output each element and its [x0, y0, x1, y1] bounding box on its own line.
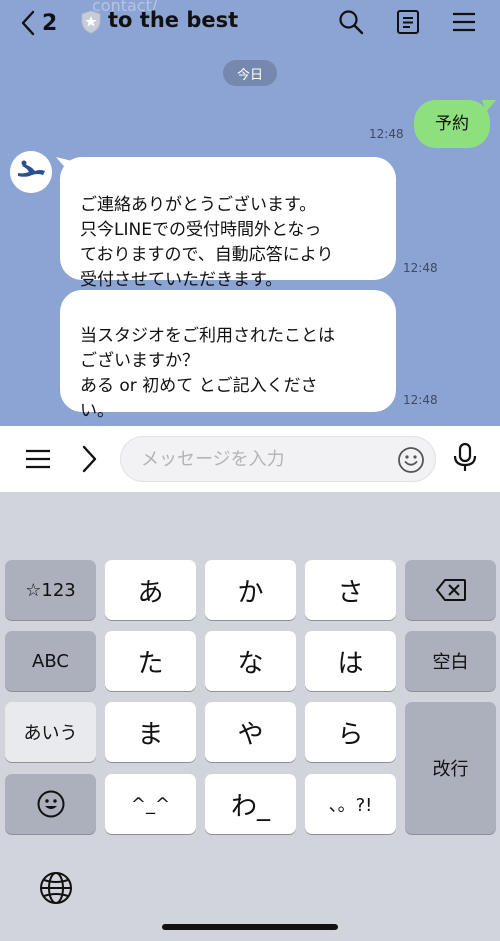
expand-button[interactable]: [74, 444, 104, 474]
kana-key[interactable]: あいう: [5, 702, 96, 762]
abc-key[interactable]: ABC: [5, 631, 96, 691]
message-text: ご連絡ありがとうございます。 只今LINEでの受付時間外となっ ておりますので、…: [80, 195, 334, 290]
note-icon: [397, 10, 419, 34]
software-keyboard: ☆123 あ か さ ABC た な は 空白 あいう ま や ら 改行 ^_^…: [0, 492, 500, 941]
search-icon: [339, 10, 364, 35]
search-button[interactable]: [337, 8, 365, 36]
voice-input-button[interactable]: [450, 442, 480, 472]
message-timestamp: 12:48: [403, 393, 438, 407]
my-bubble-tail: [482, 100, 496, 112]
message-timestamp: 12:48: [369, 127, 404, 141]
message-input-bar: [0, 426, 500, 492]
emoji-icon: [37, 790, 64, 818]
chat-area: contact/ 2 to the best 今日 予約 12:48 ご連絡あり…: [0, 0, 500, 426]
message-timestamp: 12:48: [403, 261, 438, 275]
back-button[interactable]: 2: [20, 8, 60, 38]
chevron-right-icon: [82, 445, 97, 473]
chevron-left-icon: [21, 10, 35, 36]
chat-header: 2 to the best: [0, 0, 500, 44]
avatar[interactable]: [10, 151, 52, 193]
home-indicator: [162, 924, 338, 930]
key-a[interactable]: あ: [105, 560, 196, 620]
key-ha[interactable]: は: [305, 631, 396, 691]
key-wa[interactable]: わ_: [205, 774, 296, 834]
shield-star-icon: [81, 10, 101, 34]
their-message-bubble[interactable]: ご連絡ありがとうございます。 只今LINEでの受付時間外となっ ておりますので、…: [60, 157, 396, 290]
backspace-icon: [435, 579, 466, 601]
message-text: 予約: [435, 113, 469, 134]
numbers-key[interactable]: ☆123: [5, 560, 96, 620]
key-ra[interactable]: ら: [305, 702, 396, 762]
emoji-key[interactable]: [5, 774, 96, 834]
return-key[interactable]: 改行: [405, 702, 496, 834]
message-text: 当スタジオをご利用されたことは ございますか？ ある or 初めて とご記入くだ…: [80, 326, 335, 421]
their-message-bubble[interactable]: 当スタジオをご利用されたことは ございますか？ ある or 初めて とご記入くだ…: [60, 290, 396, 421]
key-ya[interactable]: や: [205, 702, 296, 762]
key-punctuation[interactable]: 、。?!: [305, 774, 396, 834]
smiley-icon[interactable]: [397, 446, 425, 474]
note-button[interactable]: [394, 8, 422, 36]
menu-button[interactable]: [450, 8, 478, 36]
message-input[interactable]: [121, 437, 371, 481]
key-ma[interactable]: ま: [105, 702, 196, 762]
message-field[interactable]: [120, 436, 436, 482]
key-face[interactable]: ^_^: [105, 774, 196, 834]
menu-icon: [453, 12, 475, 32]
date-separator: 今日: [223, 60, 277, 86]
key-na[interactable]: な: [205, 631, 296, 691]
chat-title: to the best: [108, 8, 239, 32]
key-ta[interactable]: た: [105, 631, 196, 691]
more-menu-button[interactable]: [23, 444, 53, 474]
studio-logo-icon: [10, 151, 52, 193]
unread-count: 2: [42, 10, 58, 36]
key-ka[interactable]: か: [205, 560, 296, 620]
space-key[interactable]: 空白: [405, 631, 496, 691]
key-sa[interactable]: さ: [305, 560, 396, 620]
hamburger-icon: [26, 449, 50, 469]
my-message-bubble[interactable]: 予約: [414, 100, 490, 148]
globe-icon[interactable]: [38, 870, 74, 906]
microphone-icon: [453, 442, 477, 471]
backspace-key[interactable]: [405, 560, 496, 620]
